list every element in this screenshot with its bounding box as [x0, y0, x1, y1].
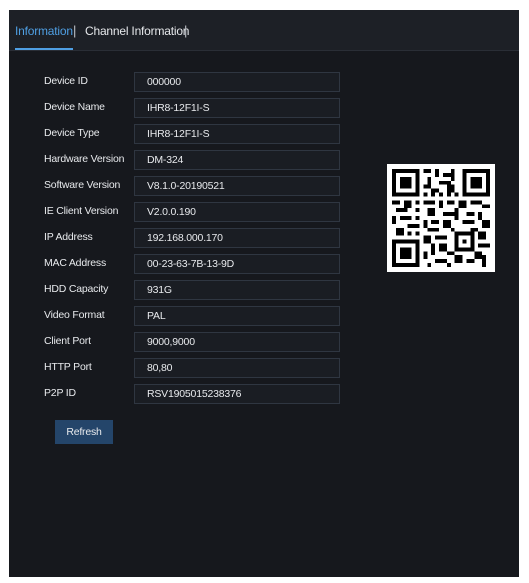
tab-separator: |	[184, 23, 188, 38]
ip-address-field: 192.168.000.170	[134, 228, 340, 248]
device-name-label: Device Name	[44, 101, 105, 113]
hardware-version-label: Hardware Version	[44, 153, 125, 165]
tab-bar: Information | Channel Information |	[9, 10, 519, 51]
hdd-capacity-label: HDD Capacity	[44, 283, 109, 295]
http-port-field: 80,80	[134, 358, 340, 378]
software-version-label: Software Version	[44, 179, 121, 191]
client-port-label: Client Port	[44, 335, 91, 347]
device-name-field: IHR8-12F1I-S	[134, 98, 340, 118]
refresh-button[interactable]: Refresh	[55, 420, 113, 444]
video-format-field: PAL	[134, 306, 340, 326]
device-info-window: Information | Channel Information | Devi…	[9, 10, 519, 577]
qr-code-icon	[387, 164, 495, 272]
qr-code-graphic	[392, 169, 490, 267]
video-format-label: Video Format	[44, 309, 105, 321]
device-type-field: IHR8-12F1I-S	[134, 124, 340, 144]
software-version-field: V8.1.0-20190521	[134, 176, 340, 196]
device-id-field: 000000	[134, 72, 340, 92]
device-id-label: Device ID	[44, 75, 88, 87]
tab-separator: |	[73, 23, 77, 38]
device-type-label: Device Type	[44, 127, 100, 139]
p2p-id-field: RSV1905015238376	[134, 384, 340, 404]
ip-address-label: IP Address	[44, 231, 93, 243]
p2p-id-label: P2P ID	[44, 387, 76, 399]
tab-information[interactable]: Information	[15, 24, 73, 50]
http-port-label: HTTP Port	[44, 361, 92, 373]
mac-address-field: 00-23-63-7B-13-9D	[134, 254, 340, 274]
ie-client-version-field: V2.0.0.190	[134, 202, 340, 222]
ie-client-version-label: IE Client Version	[44, 205, 119, 217]
hardware-version-field: DM-324	[134, 150, 340, 170]
tab-channel-information[interactable]: Channel Information	[85, 24, 189, 42]
hdd-capacity-field: 931G	[134, 280, 340, 300]
mac-address-label: MAC Address	[44, 257, 106, 269]
client-port-field: 9000,9000	[134, 332, 340, 352]
